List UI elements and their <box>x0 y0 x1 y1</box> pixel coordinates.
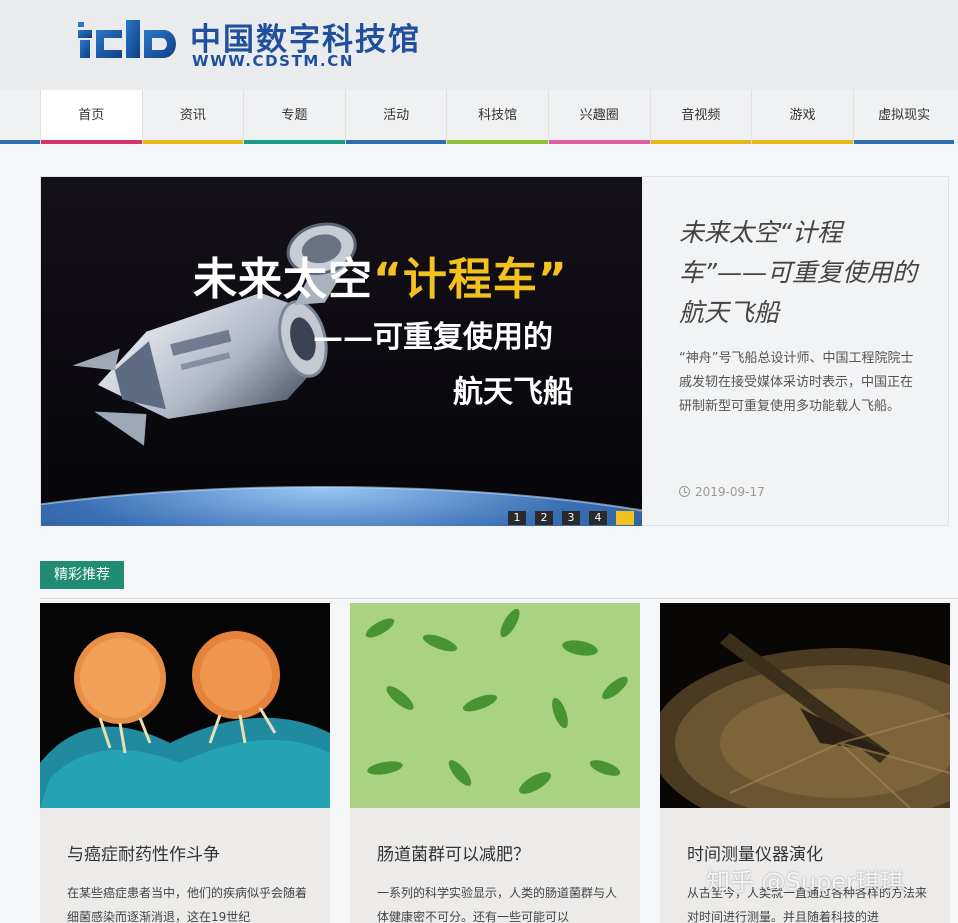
nav-item-4[interactable]: 科技馆 <box>446 90 548 144</box>
nav-item-label: 专题 <box>281 108 308 123</box>
section-tag: 精彩推荐 <box>40 561 124 589</box>
site-url[interactable]: WWW.CDSTM.CN <box>192 52 354 70</box>
card-title[interactable]: 与癌症耐药性作斗争 <box>67 840 220 865</box>
carousel-pager: 12345 <box>508 511 634 525</box>
section-divider <box>40 598 958 599</box>
nav-item-5[interactable]: 兴趣圈 <box>548 90 650 144</box>
nav-item-color-bar <box>447 140 548 144</box>
nav-item-3[interactable]: 活动 <box>344 90 447 144</box>
nav-item-label: 资讯 <box>179 108 206 123</box>
cdstm-logo-icon[interactable] <box>78 16 182 60</box>
nav-item-label: 虚拟现实 <box>878 108 931 123</box>
pager-dot-4[interactable]: 4 <box>589 511 607 525</box>
nav-item-label: 科技馆 <box>478 108 518 123</box>
pager-dot-3[interactable]: 3 <box>562 511 580 525</box>
article-card[interactable]: 与癌症耐药性作斗争 在某些癌症患者当中，他们的疾病似乎会随着细菌感染而逐渐消退，… <box>40 603 330 923</box>
card-thumbnail[interactable] <box>660 603 950 808</box>
card-thumbnail[interactable] <box>40 603 330 808</box>
hero-text: 未来太空“计程车”——可重复使用的航天飞船 “神舟”号飞船总设计师、中国工程院院… <box>679 213 919 419</box>
clock-icon <box>679 486 690 497</box>
site-header: 中国数字科技馆 WWW.CDSTM.CN <box>0 0 958 90</box>
nav-item-8[interactable]: 虚拟现实 <box>852 90 955 144</box>
article-card[interactable]: 肠道菌群可以减肥？ 一系列的科学实验显示，人类的肠道菌群与人体健康密不可分。还有… <box>350 603 640 923</box>
nav-item-2[interactable]: 专题 <box>243 90 345 144</box>
nav-item-color-bar <box>244 140 345 144</box>
nav-item-color-bar <box>650 140 752 144</box>
nav-item-label: 首页 <box>78 108 105 123</box>
nav-item-label: 活动 <box>383 108 410 123</box>
main-nav: 首页 资讯 专题 活动 科技馆 兴趣圈 音视频 游戏 虚拟现实 <box>0 90 958 144</box>
hero-image-title-part: 未来太空 <box>193 254 373 305</box>
nav-item-color-bar <box>853 140 955 144</box>
hero-title[interactable]: 未来太空“计程车”——可重复使用的航天飞船 <box>679 213 919 333</box>
card-title[interactable]: 肠道菌群可以减肥？ <box>377 840 530 865</box>
hero-date-text: 2019-09-17 <box>695 485 765 499</box>
pager-dot-1[interactable]: 1 <box>508 511 526 525</box>
hero-image-title-highlight: “计程车” <box>373 254 568 305</box>
nav-item-color-bar <box>41 140 142 144</box>
watermark: 知乎 @Super琪琪 <box>706 868 904 896</box>
nav-item-0[interactable]: 首页 <box>40 90 142 144</box>
card-thumbnail[interactable] <box>350 603 640 808</box>
nav-item-label: 音视频 <box>681 108 721 123</box>
hero-image-subtitle-2: 航天飞船 <box>453 375 573 410</box>
nav-item-color-bar <box>142 140 244 144</box>
cells-image <box>40 603 330 808</box>
hero-date: 2019-09-17 <box>679 485 765 499</box>
card-description: 在某些癌症患者当中，他们的疾病似乎会随着细菌感染而逐渐消退，这在19世纪 <box>67 886 308 923</box>
sundial-image <box>660 603 950 808</box>
nav-item-6[interactable]: 音视频 <box>649 90 752 144</box>
card-description: 一系列的科学实验显示，人类的肠道菌群与人体健康密不可分。还有一些可能可以 <box>377 886 618 923</box>
nav-left-strip <box>0 140 40 144</box>
hero-image[interactable]: 未来太空“计程车” ——可重复使用的 航天飞船 12345 <box>41 177 642 526</box>
pager-dot-2[interactable]: 2 <box>535 511 553 525</box>
nav-item-1[interactable]: 资讯 <box>141 90 244 144</box>
nav-item-color-bar <box>549 140 650 144</box>
nav-item-color-bar <box>345 140 447 144</box>
nav-item-label: 兴趣圈 <box>579 108 619 123</box>
hero-image-title: 未来太空“计程车” <box>193 243 568 307</box>
hero-image-subtitle-1: ——可重复使用的 <box>313 320 553 355</box>
hero-description: “神舟”号飞船总设计师、中国工程院院士戚发轫在接受媒体采访时表示，中国正在研制新… <box>679 351 914 414</box>
nav-item-color-bar <box>752 140 853 144</box>
hero-carousel: 未来太空“计程车” ——可重复使用的 航天飞船 12345 未来太空“计程车”—… <box>40 176 949 526</box>
nav-item-label: 游戏 <box>789 108 816 123</box>
bacteria-image <box>350 603 640 808</box>
nav-item-7[interactable]: 游戏 <box>751 90 853 144</box>
pager-dot-5[interactable]: 5 <box>616 511 634 525</box>
